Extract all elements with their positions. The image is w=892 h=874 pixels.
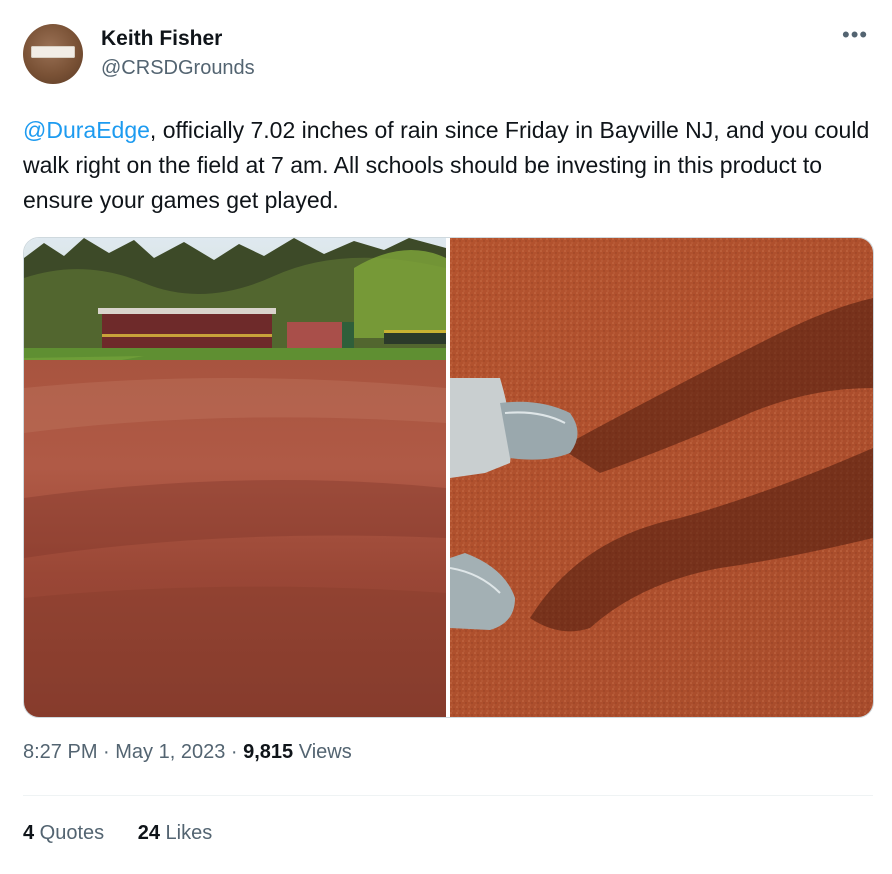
tweet-date[interactable]: May 1, 2023 <box>115 741 225 763</box>
tweet-meta: 8:27 PM · May 1, 2023 · 9,815 Views <box>23 741 352 764</box>
photo-shoes-clay[interactable] <box>450 238 873 717</box>
engagement-stats: 4 Quotes 24 Likes <box>23 822 240 845</box>
tweet-body: , officially 7.02 inches of rain since F… <box>23 117 870 213</box>
mention-link[interactable]: @DuraEdge <box>23 117 150 143</box>
media-grid <box>23 237 874 718</box>
likes-count: 24 <box>137 822 160 844</box>
likes-label: Likes <box>159 822 213 844</box>
more-horizontal-icon[interactable]: ••• <box>842 24 868 46</box>
quotes-label: Quotes <box>34 822 105 844</box>
views-count: 9,815 <box>243 741 294 763</box>
author-display-name[interactable]: Keith Fisher <box>101 27 222 51</box>
likes-link[interactable]: 24 Likes <box>138 822 213 844</box>
meta-separator: · <box>225 741 244 763</box>
author-handle[interactable]: @CRSDGrounds <box>101 57 255 80</box>
tweet-text: @DuraEdge, officially 7.02 inches of rai… <box>23 113 873 218</box>
views-label: Views <box>293 741 352 763</box>
photo-field-dugouts[interactable] <box>24 238 446 717</box>
meta-separator: · <box>97 741 116 763</box>
quotes-link[interactable]: 4 Quotes <box>23 822 104 844</box>
quotes-count: 4 <box>23 822 35 844</box>
divider <box>23 795 873 796</box>
avatar[interactable] <box>23 24 83 84</box>
tweet-time[interactable]: 8:27 PM <box>23 741 97 763</box>
avatar-sign <box>31 46 75 58</box>
